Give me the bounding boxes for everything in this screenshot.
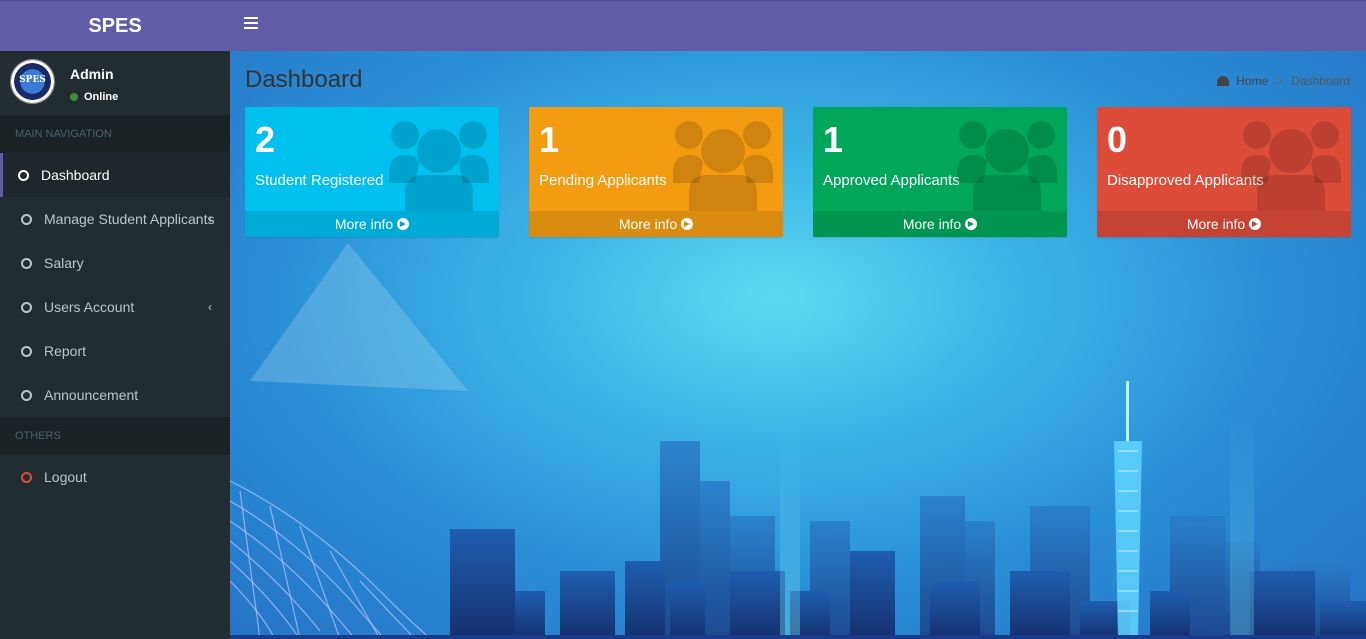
breadcrumb: Home > Dashboard [1217, 74, 1350, 88]
sidebar-item-announcement[interactable]: Announcement [0, 373, 230, 417]
avatar-logo-text: SPES [19, 75, 46, 85]
chevron-left-icon: ‹ [208, 300, 212, 314]
online-dot-icon [70, 93, 78, 101]
main-navigation-header: MAIN NAVIGATION [0, 115, 230, 153]
stat-value: 2 [255, 119, 276, 160]
app-logo[interactable]: SPES [0, 0, 230, 51]
stat-label: Pending Applicants [539, 172, 667, 189]
users-icon [957, 121, 1057, 211]
breadcrumb-separator: > [1276, 74, 1284, 88]
top-navbar [230, 0, 1366, 51]
sidebar-item-label: Dashboard [41, 167, 110, 183]
circle-icon [21, 301, 32, 313]
others-header: OTHERS [0, 417, 230, 455]
breadcrumb-home-link[interactable]: Home [1236, 74, 1268, 88]
stat-box-disapproved-applicants: 0 Disapproved Applicants More info [1097, 107, 1351, 237]
more-info-link[interactable]: More info [1097, 211, 1351, 237]
sidebar-item-dashboard[interactable]: Dashboard [0, 153, 230, 197]
users-icon [1241, 121, 1341, 211]
avatar: SPES [10, 59, 55, 104]
more-info-link[interactable]: More info [813, 211, 1067, 237]
circle-icon [21, 257, 32, 269]
hamburger-icon[interactable] [244, 17, 258, 29]
more-info-link[interactable]: More info [245, 211, 499, 237]
dashboard-gauge-icon [1217, 76, 1230, 86]
sidebar-item-label: Salary [44, 255, 84, 271]
arrow-circle-right-icon [1249, 218, 1262, 230]
stat-label: Student Registered [255, 172, 384, 189]
sidebar-item-label: Users Account [44, 299, 135, 315]
main-content: Dashboard Home > Dashboard 2 Student Reg… [230, 51, 1366, 639]
sidebar-item-label: Report [44, 343, 87, 359]
arrow-circle-right-icon [965, 218, 978, 230]
user-panel: SPES Admin Online [0, 51, 230, 115]
sidebar: SPES Admin Online MAIN NAVIGATION Dashbo… [0, 51, 230, 639]
more-info-link[interactable]: More info [529, 211, 783, 237]
circle-icon [21, 389, 32, 401]
circle-icon [21, 471, 32, 483]
page-title: Dashboard [245, 66, 363, 93]
sidebar-item-label: Logout [44, 469, 87, 485]
circle-icon [21, 345, 32, 357]
more-info-label: More info [618, 216, 678, 232]
user-status: Online [70, 91, 118, 103]
circle-icon [21, 213, 32, 225]
arrow-circle-right-icon [397, 218, 410, 230]
sidebar-item-label: Manage Student Applicants [44, 211, 215, 227]
sidebar-item-logout[interactable]: Logout [0, 455, 230, 499]
more-info-label: More info [902, 216, 962, 232]
sidebar-item-users-account[interactable]: Users Account ‹ [0, 285, 230, 329]
circle-icon [18, 169, 29, 181]
stat-value: 1 [539, 119, 560, 160]
sidebar-item-manage-student-applicants[interactable]: Manage Student Applicants ‹ [0, 197, 230, 241]
sidebar-item-salary[interactable]: Salary [0, 241, 230, 285]
user-status-text: Online [84, 91, 119, 103]
user-name: Admin [70, 66, 114, 82]
breadcrumb-current: Dashboard [1291, 74, 1350, 88]
more-info-label: More info [1186, 216, 1246, 232]
stat-box-pending-applicants: 1 Pending Applicants More info [529, 107, 783, 237]
app-title: SPES [88, 14, 142, 37]
stat-box-approved-applicants: 1 Approved Applicants More info [813, 107, 1067, 237]
stat-box-student-registered: 2 Student Registered More info [245, 107, 499, 237]
sidebar-item-label: Announcement [44, 387, 139, 403]
stat-value: 0 [1107, 119, 1128, 160]
stat-value: 1 [823, 119, 844, 160]
users-icon [673, 121, 773, 211]
chevron-left-icon: ‹ [208, 212, 212, 226]
stat-label: Approved Applicants [823, 172, 960, 189]
more-info-label: More info [334, 216, 394, 232]
sidebar-item-report[interactable]: Report [0, 329, 230, 373]
arrow-circle-right-icon [681, 218, 694, 230]
users-icon [389, 121, 489, 211]
